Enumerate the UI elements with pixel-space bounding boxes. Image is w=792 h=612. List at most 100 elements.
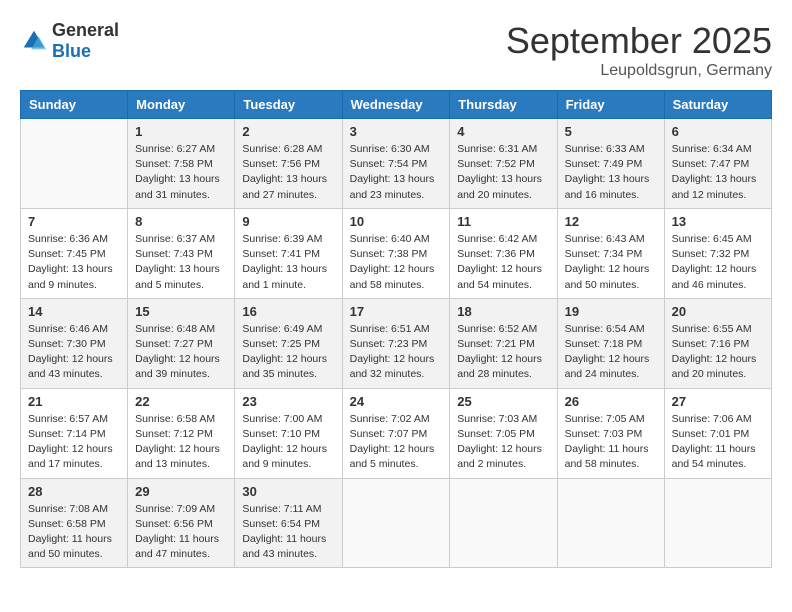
calendar-week-row: 21 Sunrise: 6:57 AMSunset: 7:14 PMDayligh…	[21, 388, 772, 478]
day-info: Sunrise: 6:34 AMSunset: 7:47 PMDaylight:…	[672, 142, 764, 203]
day-number: 3	[350, 124, 443, 139]
day-number: 26	[565, 394, 657, 409]
calendar-cell: 25 Sunrise: 7:03 AMSunset: 7:05 PMDayligh…	[450, 388, 557, 478]
calendar-cell: 1Sunrise: 6:27 AMSunset: 7:58 PMDaylight…	[128, 119, 235, 209]
day-number: 27	[672, 394, 764, 409]
logo-icon	[20, 27, 48, 55]
day-number: 8	[135, 214, 227, 229]
calendar-cell	[21, 119, 128, 209]
calendar-cell: 2 Sunrise: 6:28 AMSunset: 7:56 PMDaylight…	[235, 119, 342, 209]
day-info: Sunrise: 6:58 AMSunset: 7:12 PMDaylight:…	[135, 412, 227, 473]
calendar-cell: 11 Sunrise: 6:42 AMSunset: 7:36 PMDayligh…	[450, 208, 557, 298]
calendar-cell: 28Sunrise: 7:08 AMSunset: 6:58 PMDayligh…	[21, 478, 128, 568]
day-info: Sunrise: 6:39 AMSunset: 7:41 PMDaylight:…	[242, 232, 334, 293]
day-number: 10	[350, 214, 443, 229]
calendar-cell: 19Sunrise: 6:54 AMSunset: 7:18 PMDayligh…	[557, 298, 664, 388]
calendar-cell	[557, 478, 664, 568]
day-number: 11	[457, 214, 549, 229]
day-number: 22	[135, 394, 227, 409]
day-number: 9	[242, 214, 334, 229]
day-number: 4	[457, 124, 549, 139]
calendar-cell: 5Sunrise: 6:33 AMSunset: 7:49 PMDaylight…	[557, 119, 664, 209]
day-number: 17	[350, 304, 443, 319]
calendar-cell	[342, 478, 450, 568]
day-number: 25	[457, 394, 549, 409]
calendar-cell: 14Sunrise: 6:46 AMSunset: 7:30 PMDayligh…	[21, 298, 128, 388]
calendar-cell: 24 Sunrise: 7:02 AMSunset: 7:07 PMDayligh…	[342, 388, 450, 478]
calendar-cell: 13Sunrise: 6:45 AMSunset: 7:32 PMDayligh…	[664, 208, 771, 298]
day-info: Sunrise: 6:49 AMSunset: 7:25 PMDaylight:…	[242, 322, 334, 383]
day-info: Sunrise: 6:48 AMSunset: 7:27 PMDaylight:…	[135, 322, 227, 383]
day-info: Sunrise: 7:03 AMSunset: 7:05 PMDaylight:…	[457, 412, 549, 473]
day-number: 2	[242, 124, 334, 139]
calendar-table: SundayMondayTuesdayWednesdayThursdayFrid…	[20, 90, 772, 568]
calendar-cell	[450, 478, 557, 568]
day-info: Sunrise: 6:43 AMSunset: 7:34 PMDaylight:…	[565, 232, 657, 293]
day-number: 20	[672, 304, 764, 319]
day-info: Sunrise: 6:31 AMSunset: 7:52 PMDaylight:…	[457, 142, 549, 203]
calendar-cell: 7 Sunrise: 6:36 AMSunset: 7:45 PMDaylight…	[21, 208, 128, 298]
calendar-cell: 20 Sunrise: 6:55 AMSunset: 7:16 PMDayligh…	[664, 298, 771, 388]
day-number: 18	[457, 304, 549, 319]
day-header-wednesday: Wednesday	[342, 91, 450, 119]
month-title: September 2025	[506, 20, 772, 62]
calendar-cell: 17Sunrise: 6:51 AMSunset: 7:23 PMDayligh…	[342, 298, 450, 388]
calendar-header-row: SundayMondayTuesdayWednesdayThursdayFrid…	[21, 91, 772, 119]
day-header-tuesday: Tuesday	[235, 91, 342, 119]
day-number: 6	[672, 124, 764, 139]
calendar-cell: 15Sunrise: 6:48 AMSunset: 7:27 PMDayligh…	[128, 298, 235, 388]
day-number: 13	[672, 214, 764, 229]
calendar-week-row: 14Sunrise: 6:46 AMSunset: 7:30 PMDayligh…	[21, 298, 772, 388]
calendar-cell: 9 Sunrise: 6:39 AMSunset: 7:41 PMDaylight…	[235, 208, 342, 298]
day-header-sunday: Sunday	[21, 91, 128, 119]
calendar-cell: 18 Sunrise: 6:52 AMSunset: 7:21 PMDayligh…	[450, 298, 557, 388]
logo: General Blue	[20, 20, 119, 62]
day-number: 16	[242, 304, 334, 319]
day-header-monday: Monday	[128, 91, 235, 119]
day-info: Sunrise: 6:30 AMSunset: 7:54 PMDaylight:…	[350, 142, 443, 203]
day-info: Sunrise: 6:33 AMSunset: 7:49 PMDaylight:…	[565, 142, 657, 203]
day-info: Sunrise: 6:57 AMSunset: 7:14 PMDaylight:…	[28, 412, 120, 473]
logo-blue: Blue	[52, 41, 91, 61]
day-number: 21	[28, 394, 120, 409]
calendar-cell: 23Sunrise: 7:00 AMSunset: 7:10 PMDayligh…	[235, 388, 342, 478]
day-info: Sunrise: 7:00 AMSunset: 7:10 PMDaylight:…	[242, 412, 334, 473]
calendar-cell: 8 Sunrise: 6:37 AMSunset: 7:43 PMDaylight…	[128, 208, 235, 298]
day-number: 7	[28, 214, 120, 229]
day-header-saturday: Saturday	[664, 91, 771, 119]
calendar-cell: 16 Sunrise: 6:49 AMSunset: 7:25 PMDayligh…	[235, 298, 342, 388]
calendar-cell: 21 Sunrise: 6:57 AMSunset: 7:14 PMDayligh…	[21, 388, 128, 478]
calendar-cell: 27Sunrise: 7:06 AMSunset: 7:01 PMDayligh…	[664, 388, 771, 478]
calendar-cell: 29 Sunrise: 7:09 AMSunset: 6:56 PMDayligh…	[128, 478, 235, 568]
day-info: Sunrise: 6:37 AMSunset: 7:43 PMDaylight:…	[135, 232, 227, 293]
calendar-cell: 30 Sunrise: 7:11 AMSunset: 6:54 PMDayligh…	[235, 478, 342, 568]
day-info: Sunrise: 6:42 AMSunset: 7:36 PMDaylight:…	[457, 232, 549, 293]
calendar-cell: 22 Sunrise: 6:58 AMSunset: 7:12 PMDayligh…	[128, 388, 235, 478]
calendar-cell: 10 Sunrise: 6:40 AMSunset: 7:38 PMDayligh…	[342, 208, 450, 298]
day-number: 24	[350, 394, 443, 409]
calendar-cell: 3 Sunrise: 6:30 AMSunset: 7:54 PMDaylight…	[342, 119, 450, 209]
day-number: 28	[28, 484, 120, 499]
day-info: Sunrise: 6:40 AMSunset: 7:38 PMDaylight:…	[350, 232, 443, 293]
day-header-thursday: Thursday	[450, 91, 557, 119]
day-number: 14	[28, 304, 120, 319]
day-info: Sunrise: 6:52 AMSunset: 7:21 PMDaylight:…	[457, 322, 549, 383]
day-number: 30	[242, 484, 334, 499]
title-block: September 2025 Leupoldsgrun, Germany	[506, 20, 772, 80]
day-info: Sunrise: 7:02 AMSunset: 7:07 PMDaylight:…	[350, 412, 443, 473]
calendar-week-row: 7 Sunrise: 6:36 AMSunset: 7:45 PMDaylight…	[21, 208, 772, 298]
day-info: Sunrise: 6:55 AMSunset: 7:16 PMDaylight:…	[672, 322, 764, 383]
calendar-cell: 6 Sunrise: 6:34 AMSunset: 7:47 PMDaylight…	[664, 119, 771, 209]
day-number: 12	[565, 214, 657, 229]
day-number: 1	[135, 124, 227, 139]
day-info: Sunrise: 7:09 AMSunset: 6:56 PMDaylight:…	[135, 502, 227, 563]
day-info: Sunrise: 6:28 AMSunset: 7:56 PMDaylight:…	[242, 142, 334, 203]
day-info: Sunrise: 6:36 AMSunset: 7:45 PMDaylight:…	[28, 232, 120, 293]
day-info: Sunrise: 7:11 AMSunset: 6:54 PMDaylight:…	[242, 502, 334, 563]
day-number: 29	[135, 484, 227, 499]
day-info: Sunrise: 6:54 AMSunset: 7:18 PMDaylight:…	[565, 322, 657, 383]
calendar-week-row: 1Sunrise: 6:27 AMSunset: 7:58 PMDaylight…	[21, 119, 772, 209]
calendar-week-row: 28Sunrise: 7:08 AMSunset: 6:58 PMDayligh…	[21, 478, 772, 568]
logo-general: General	[52, 20, 119, 40]
calendar-cell	[664, 478, 771, 568]
